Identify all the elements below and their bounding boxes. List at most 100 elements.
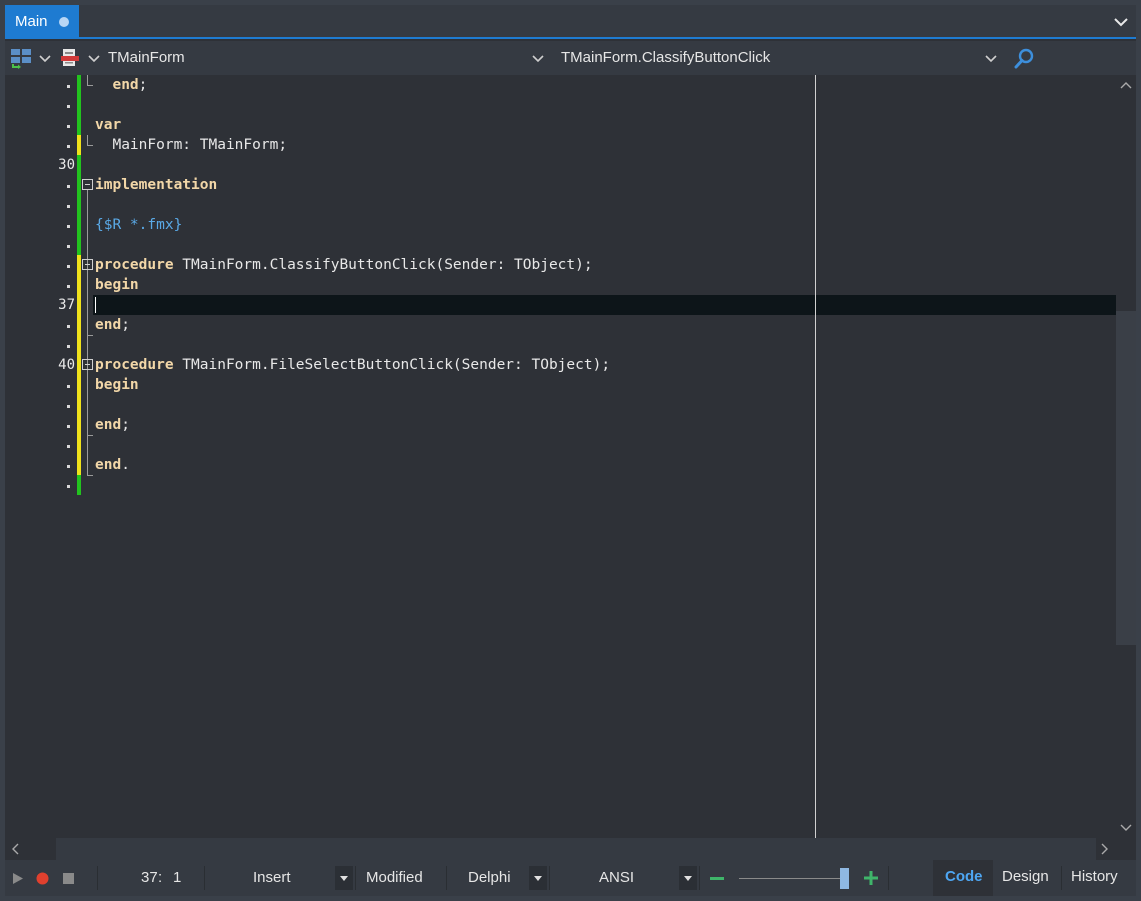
divider	[699, 866, 700, 890]
stop-macro-icon[interactable]	[63, 873, 74, 884]
code-line: procedure TMainForm.ClassifyButtonClick(…	[95, 255, 593, 275]
keyword: var	[95, 117, 122, 133]
cursor-column: 1	[173, 869, 182, 886]
tab-history[interactable]: History	[1062, 860, 1132, 896]
divider	[549, 866, 550, 890]
code-text: ;	[121, 317, 130, 333]
line-marker	[67, 245, 70, 248]
scroll-right-icon[interactable]	[1100, 843, 1110, 855]
line-marker	[67, 185, 70, 188]
structure-view-icon[interactable]	[10, 47, 32, 69]
vertical-scroll-thumb[interactable]	[1116, 311, 1136, 645]
fold-toggle-icon[interactable]	[82, 359, 93, 370]
code-text: TMainForm.FileSelectButtonClick(Sender: …	[173, 357, 611, 373]
record-macro-icon[interactable]	[36, 872, 49, 885]
line-marker	[67, 445, 70, 448]
zoom-in-icon[interactable]	[864, 871, 878, 885]
line-marker	[67, 105, 70, 108]
zoom-slider-thumb[interactable]	[840, 868, 849, 889]
tab-history-label: History	[1071, 868, 1118, 885]
search-icon[interactable]	[1013, 48, 1035, 70]
unit-view-icon[interactable]	[60, 48, 80, 68]
play-macro-icon[interactable]	[12, 872, 24, 885]
divider	[97, 866, 98, 890]
horizontal-scrollbar[interactable]	[5, 838, 1136, 860]
language-selector[interactable]: Delphi	[468, 860, 511, 896]
keyword: procedure	[95, 357, 174, 373]
line-number: 37	[58, 297, 75, 313]
tab-code-label: Code	[945, 868, 983, 885]
class-selector[interactable]: TMainForm	[108, 41, 185, 75]
code-line: end;	[95, 75, 147, 95]
divider	[446, 866, 447, 890]
status-bar: 37 : 1 Insert Modified Delphi ANSI Code …	[5, 860, 1136, 896]
code-line: var	[95, 115, 121, 135]
vertical-scrollbar[interactable]	[1116, 75, 1136, 838]
scroll-left-icon[interactable]	[10, 843, 20, 855]
chevron-down-icon[interactable]	[38, 51, 52, 65]
modified-dot-icon	[59, 17, 69, 27]
tab-code[interactable]: Code	[933, 860, 993, 896]
keyword: end	[112, 77, 139, 93]
code-line: procedure TMainForm.FileSelectButtonClic…	[95, 355, 610, 375]
current-line-highlight	[93, 295, 1116, 315]
insert-mode[interactable]: Insert	[253, 860, 291, 896]
line-marker	[67, 285, 70, 288]
code-line: end;	[95, 315, 130, 335]
line-marker	[67, 465, 70, 468]
encoding-dropdown[interactable]	[679, 866, 697, 890]
cursor-line: 37	[141, 869, 158, 886]
line-marker	[67, 405, 70, 408]
line-number: 30	[58, 157, 75, 173]
zoom-out-icon[interactable]	[710, 877, 724, 880]
fold-guide	[87, 75, 88, 85]
chevron-down-icon[interactable]	[531, 51, 545, 65]
line-marker	[67, 385, 70, 388]
zoom-slider-track[interactable]	[739, 878, 845, 879]
chevron-down-icon[interactable]	[984, 51, 998, 65]
line-marker	[67, 265, 70, 268]
code-line: end.	[95, 455, 130, 475]
language-dropdown[interactable]	[529, 866, 547, 890]
line-marker	[67, 125, 70, 128]
fold-toggle-icon[interactable]	[82, 259, 93, 270]
code-text: .	[121, 457, 130, 473]
line-marker	[67, 225, 70, 228]
code-text: TMainForm.ClassifyButtonClick(Sender: TO…	[173, 257, 593, 273]
text-caret	[95, 297, 96, 313]
code-editor[interactable]: 30 37 40 end; var MainForm: TMainForm; i…	[5, 75, 1116, 838]
line-marker	[67, 85, 70, 88]
scroll-up-icon[interactable]	[1120, 80, 1132, 90]
unsaved-change-bar	[77, 255, 81, 475]
encoding-selector[interactable]: ANSI	[599, 860, 634, 896]
code-text: ;	[138, 77, 148, 93]
horizontal-scroll-thumb[interactable]	[56, 838, 1096, 860]
line-marker	[67, 325, 70, 328]
line-marker	[67, 485, 70, 488]
tab-main[interactable]: Main	[5, 5, 79, 39]
divider	[888, 866, 889, 890]
scroll-down-icon[interactable]	[1120, 823, 1132, 833]
code-text: ;	[121, 417, 130, 433]
keyword: begin	[95, 277, 139, 293]
method-selector[interactable]: TMainForm.ClassifyButtonClick	[561, 41, 770, 75]
chevron-down-icon[interactable]	[87, 51, 101, 65]
fold-guide	[87, 85, 93, 86]
unsaved-change-bar	[77, 135, 81, 155]
keyword: begin	[95, 377, 139, 393]
tab-design[interactable]: Design	[993, 860, 1061, 896]
divider	[204, 866, 205, 890]
fold-guide	[87, 145, 93, 146]
right-margin-line	[815, 75, 816, 838]
fold-guide	[87, 335, 93, 336]
keyword: end	[95, 317, 122, 333]
line-number: 40	[58, 357, 75, 373]
tab-list-dropdown-icon[interactable]	[1112, 13, 1130, 31]
insert-mode-dropdown[interactable]	[335, 866, 353, 890]
tab-main-label: Main	[15, 13, 48, 30]
line-marker	[67, 345, 70, 348]
fold-toggle-icon[interactable]	[82, 179, 93, 190]
fold-guide	[87, 475, 93, 476]
code-line: begin	[95, 375, 139, 395]
keyword: end	[95, 457, 122, 473]
